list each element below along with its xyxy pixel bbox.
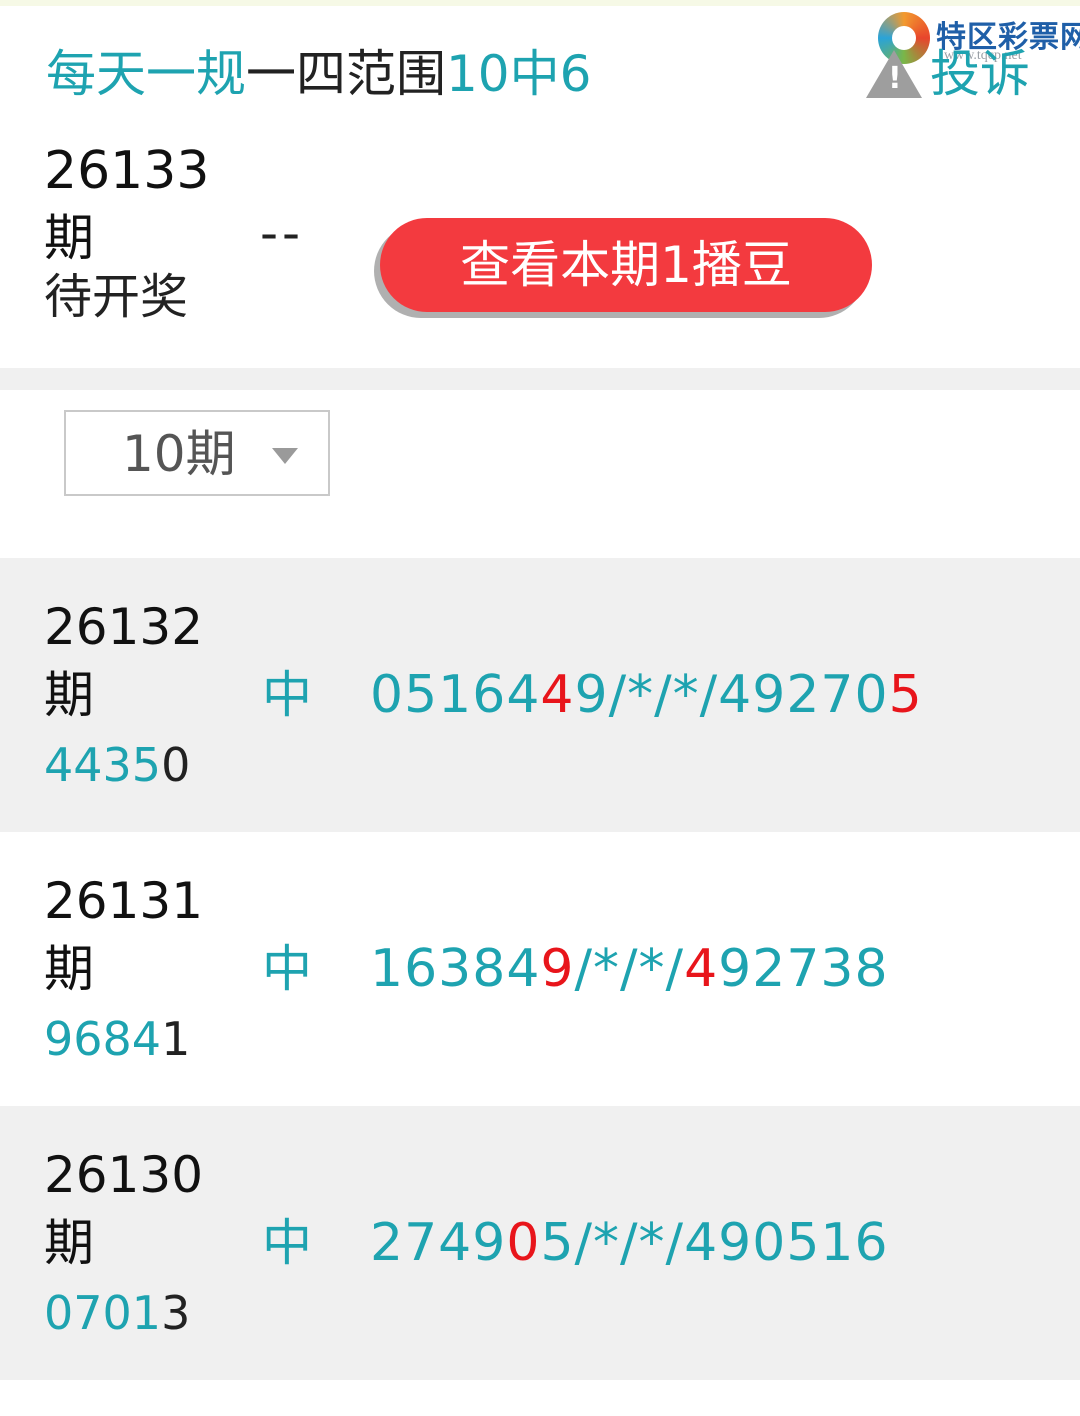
digit-segment: 0 (161, 738, 191, 792)
current-period-number: 26133 (44, 141, 210, 201)
complain-label: 投诉 (930, 45, 1030, 103)
record-draw-result: 07013 (44, 1284, 190, 1342)
view-current-period-button[interactable]: 查看本期1播豆 (380, 218, 872, 312)
page-title: 每天一规一四范围10中6 (46, 42, 591, 106)
record-period-number: 26131 (44, 872, 204, 930)
record-period-number: 26132 (44, 598, 204, 656)
digit-segment: 1 (161, 1012, 191, 1066)
record-period-number: 26130 (44, 1146, 204, 1204)
section-divider (0, 368, 1080, 390)
digit-segment: 6 (854, 1213, 889, 1273)
record-draw-result: 96841 (44, 1010, 190, 1068)
digit-segment: 3 (161, 1286, 191, 1340)
current-period-unit: 期 (44, 209, 94, 267)
record-draw-result: 44350 (44, 736, 190, 794)
digit-segment: 05164 (370, 665, 541, 725)
record-period-unit: 期 (44, 940, 94, 998)
top-strip (0, 0, 1080, 6)
digit-segment: 4435 (44, 738, 162, 792)
digit-segment: 9684 (44, 1012, 162, 1066)
title-suffix: 10中6 (446, 45, 592, 103)
record-period-unit: 期 (44, 666, 94, 724)
digit-segment: 2749 (370, 1213, 507, 1273)
record-row: 26131 期 中 163849/*/*/492738 96841 (0, 832, 1080, 1106)
period-count-select[interactable]: 10期 (64, 410, 330, 496)
digit-segment: 9/*/*/49270 (574, 665, 889, 725)
record-period-unit: 期 (44, 1214, 94, 1272)
digit-segment: 0701 (44, 1286, 162, 1340)
record-hit-label: 中 (262, 666, 312, 724)
title-prefix: 每天一规 (46, 45, 246, 103)
highlighted-digit: 9 (540, 939, 575, 999)
record-picks: 163849/*/*/492738 (370, 938, 889, 1000)
highlighted-digit: 5 (888, 665, 923, 725)
record-picks: 0516449/*/*/492705 (370, 664, 923, 726)
digit-segment: 92738 (718, 939, 889, 999)
record-hit-label: 中 (262, 940, 312, 998)
record-picks: 274905/*/*/490516 (370, 1212, 889, 1274)
current-result-placeholder: -- (260, 204, 305, 262)
current-period-status: 待开奖 (44, 269, 189, 325)
dropdown-arrow-icon (272, 448, 298, 464)
highlighted-digit: 4 (540, 665, 575, 725)
record-row: 26132 期 中 0516449/*/*/492705 44350 (0, 558, 1080, 832)
digit-segment: 16384 (370, 939, 541, 999)
title-middle: 一四范围 (246, 45, 446, 103)
digit-segment: 5/*/*/49051 (540, 1213, 855, 1273)
record-hit-label: 中 (262, 1214, 312, 1272)
view-button-label: 查看本期1播豆 (460, 236, 792, 294)
highlighted-digit: 0 (506, 1213, 541, 1273)
period-count-value: 10期 (122, 425, 236, 483)
digit-segment: /*/*/ (574, 939, 685, 999)
record-row: 26130 期 中 274905/*/*/490516 07013 (0, 1106, 1080, 1380)
warning-icon-mark: ! (888, 61, 902, 96)
highlighted-digit: 4 (684, 939, 719, 999)
